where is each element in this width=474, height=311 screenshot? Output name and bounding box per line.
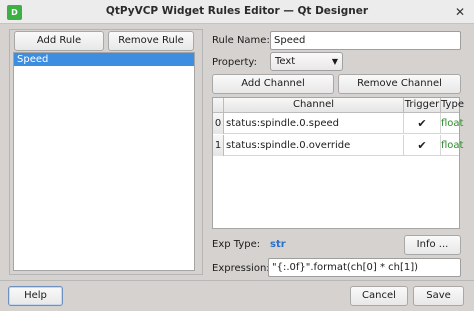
row-number: 0: [213, 113, 224, 134]
footer-divider: [0, 280, 474, 281]
channel-cell[interactable]: status:spindle.0.override: [224, 135, 404, 156]
window-title: QtPyVCP Widget Rules Editor — Qt Designe…: [105, 5, 369, 17]
rule-list[interactable]: Speed: [13, 52, 195, 271]
expression-label: Expression:: [212, 263, 270, 274]
property-select[interactable]: Text ▼: [270, 52, 343, 71]
rule-name-label: Rule Name:: [212, 35, 270, 46]
table-row[interactable]: 0 status:spindle.0.speed ✔ float: [213, 113, 463, 134]
cancel-button[interactable]: Cancel: [350, 286, 408, 306]
table-row[interactable]: 1 status:spindle.0.override ✔ float: [213, 135, 463, 156]
help-button[interactable]: Help: [8, 286, 63, 306]
add-rule-button[interactable]: Add Rule: [14, 31, 104, 51]
exp-type-value: str: [270, 239, 286, 250]
row-number: 1: [213, 135, 224, 156]
expression-input[interactable]: "{:.0f}".format(ch[0] * ch[1]): [268, 258, 461, 277]
title-bar: D QtPyVCP Widget Rules Editor — Qt Desig…: [0, 0, 474, 24]
property-select-value: Text: [275, 56, 296, 67]
exp-type-label: Exp Type:: [212, 239, 261, 250]
trigger-checkbox[interactable]: ✔: [404, 135, 441, 156]
chevron-down-icon: ▼: [331, 57, 338, 66]
table-corner: [213, 98, 224, 113]
add-channel-button[interactable]: Add Channel: [212, 74, 334, 94]
channel-table[interactable]: Channel Trigger Type 0 status:spindle.0.…: [212, 97, 464, 229]
column-header-type[interactable]: Type: [441, 98, 464, 113]
type-cell[interactable]: float: [441, 113, 463, 134]
save-button[interactable]: Save: [413, 286, 464, 306]
column-header-channel[interactable]: Channel: [224, 98, 404, 113]
remove-channel-button[interactable]: Remove Channel: [338, 74, 461, 94]
property-label: Property:: [212, 57, 257, 68]
column-header-trigger[interactable]: Trigger: [404, 98, 441, 113]
rule-name-input[interactable]: Speed: [270, 31, 461, 50]
trigger-checkbox[interactable]: ✔: [404, 113, 441, 134]
type-cell[interactable]: float: [441, 135, 463, 156]
rule-list-item[interactable]: Speed: [14, 53, 194, 66]
info-button[interactable]: Info ...: [404, 235, 461, 255]
remove-rule-button[interactable]: Remove Rule: [108, 31, 194, 51]
channel-cell[interactable]: status:spindle.0.speed: [224, 113, 404, 134]
close-icon[interactable]: ✕: [453, 5, 467, 19]
